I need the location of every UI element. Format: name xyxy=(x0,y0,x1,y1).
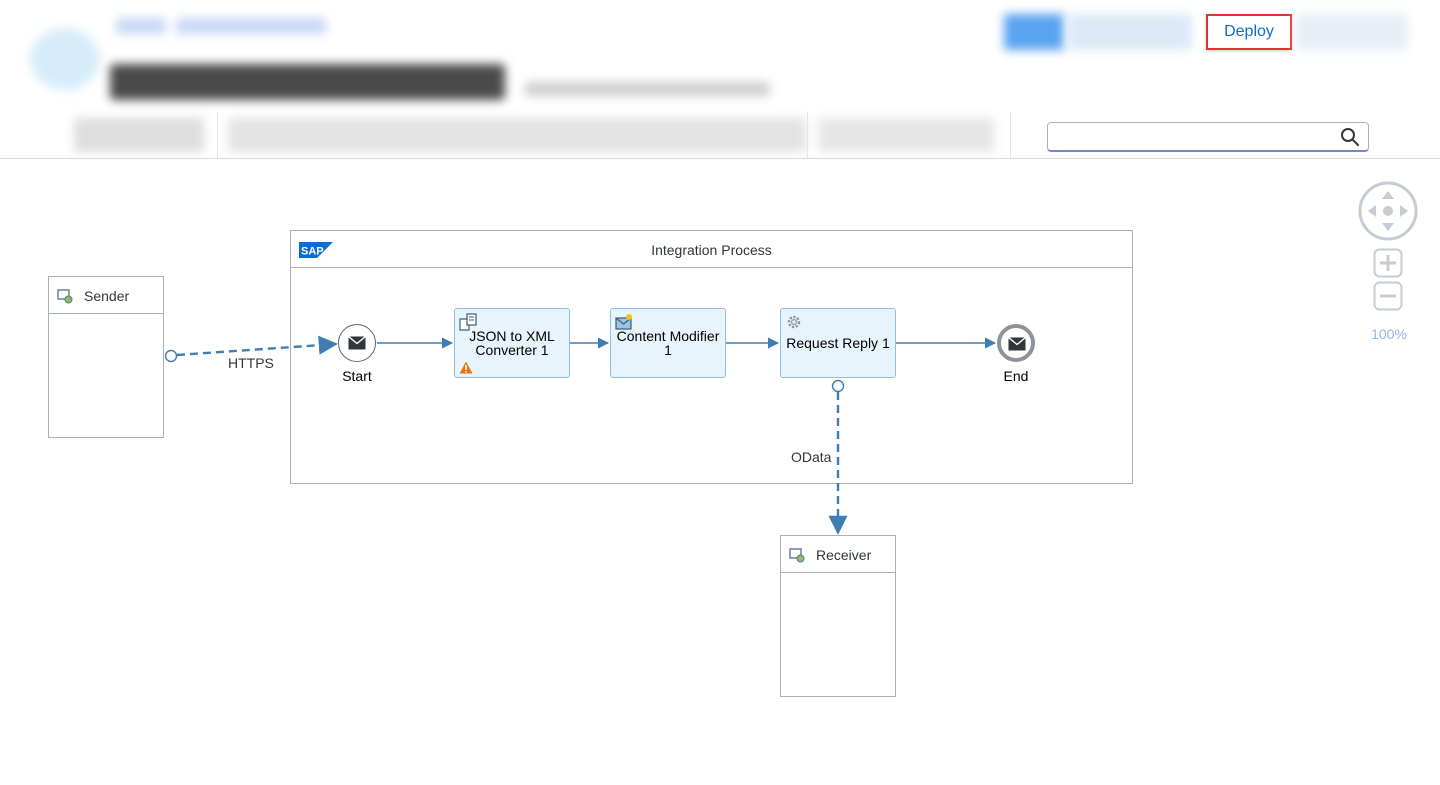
deploy-button[interactable]: Deploy xyxy=(1206,14,1292,50)
step-label: 1 xyxy=(664,342,672,358)
request-reply-step[interactable]: Request Reply 1 xyxy=(780,308,896,378)
close-button[interactable] xyxy=(1296,14,1408,50)
gear-icon xyxy=(787,315,801,329)
receiver-channel-label[interactable]: OData xyxy=(791,449,831,465)
start-event[interactable] xyxy=(338,324,376,362)
search-icon[interactable] xyxy=(1340,127,1360,147)
system-icon xyxy=(789,548,805,563)
step-label: JSON to XML xyxy=(469,328,555,344)
divider xyxy=(217,112,218,158)
divider xyxy=(807,112,808,158)
step-label: Converter 1 xyxy=(475,342,549,358)
zoom-level: 100% xyxy=(1371,326,1407,342)
page-subtitle xyxy=(525,82,770,96)
message-envelope-icon xyxy=(348,336,366,350)
save-button[interactable] xyxy=(1004,14,1064,50)
participant-header: Receiver xyxy=(781,536,895,573)
end-label: End xyxy=(1003,368,1029,384)
page-title xyxy=(110,64,505,100)
warning-icon[interactable] xyxy=(459,361,473,374)
content-modifier-step[interactable]: Content Modifier 1 xyxy=(610,308,726,378)
step-label: Content Modifier xyxy=(616,328,720,344)
sender-channel-label[interactable]: HTTPS xyxy=(228,355,274,371)
save-as-version-button[interactable] xyxy=(1068,14,1192,50)
zoom-out-icon[interactable] xyxy=(1373,281,1403,311)
divider xyxy=(1010,112,1011,158)
system-icon xyxy=(57,289,73,304)
palette-toolbar[interactable] xyxy=(818,118,994,152)
pool-title: Integration Process xyxy=(651,242,772,258)
receiver-label: Receiver xyxy=(816,547,872,563)
page-header: Deploy xyxy=(0,0,1440,159)
step-label: Request Reply 1 xyxy=(786,335,890,351)
start-label: Start xyxy=(342,368,372,384)
breadcrumb[interactable] xyxy=(116,18,166,34)
participant-header: Sender xyxy=(49,277,163,314)
pool-header: SAP Integration Process xyxy=(291,231,1132,268)
search-input[interactable] xyxy=(1056,128,1330,148)
pan-navigation-icon[interactable] xyxy=(1358,181,1418,241)
json-to-xml-converter-step[interactable]: JSON to XML Converter 1 xyxy=(454,308,570,378)
avatar xyxy=(30,28,100,90)
message-envelope-icon xyxy=(1008,337,1026,351)
sender-label: Sender xyxy=(84,288,130,304)
breadcrumb[interactable] xyxy=(176,18,326,34)
search-field[interactable] xyxy=(1047,122,1369,152)
palette-toolbar[interactable] xyxy=(228,118,806,152)
end-event[interactable] xyxy=(997,324,1035,362)
palette-toolbar[interactable] xyxy=(74,118,204,152)
receiver-participant[interactable]: Receiver xyxy=(780,535,896,697)
zoom-in-icon[interactable] xyxy=(1373,248,1403,278)
sender-participant[interactable]: Sender xyxy=(48,276,164,438)
